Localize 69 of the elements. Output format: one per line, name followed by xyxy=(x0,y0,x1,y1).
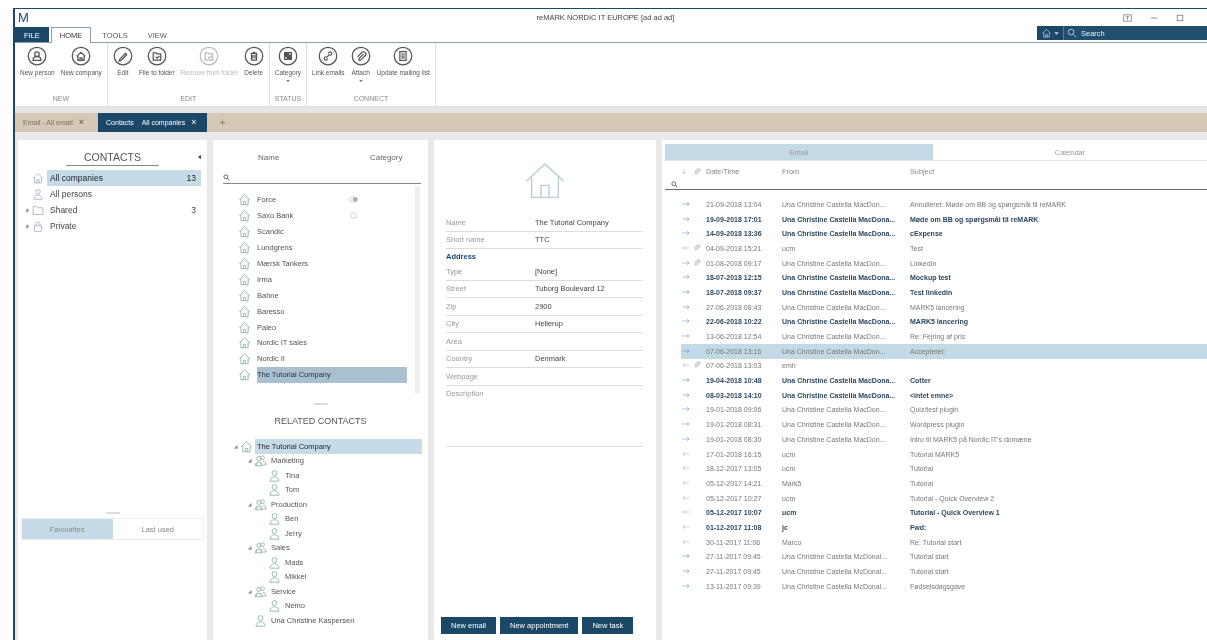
column-header[interactable]: Name xyxy=(258,153,370,165)
folder-icon xyxy=(32,204,44,216)
people-icon xyxy=(254,541,267,555)
house-icon xyxy=(238,209,251,223)
person-icon xyxy=(268,468,281,482)
expanded-icon[interactable] xyxy=(246,588,252,594)
link-icon xyxy=(318,46,339,66)
grid-icon xyxy=(277,46,298,66)
maximize-icon xyxy=(1175,12,1185,23)
house-icon xyxy=(71,46,92,66)
house-icon xyxy=(1041,28,1052,38)
caret-icon xyxy=(1054,30,1059,36)
search-icon xyxy=(671,180,678,188)
person-icon xyxy=(254,613,267,627)
people-icon xyxy=(254,584,267,598)
panel-title: CONTACTS xyxy=(66,151,159,166)
house-icon xyxy=(238,320,251,334)
expand-icon[interactable] xyxy=(24,207,30,213)
folder-icon xyxy=(199,46,220,66)
house-icon xyxy=(238,336,251,350)
filter-field[interactable] xyxy=(665,179,1207,190)
search-icon xyxy=(1067,28,1077,38)
person-icon xyxy=(268,570,281,584)
collapse-icon xyxy=(197,154,202,160)
house-icon xyxy=(238,225,251,239)
column-header[interactable]: Category xyxy=(370,153,403,165)
person-icon xyxy=(268,526,281,540)
list-icon xyxy=(393,46,414,66)
pencil-icon xyxy=(112,46,133,66)
tree-item[interactable]: Private xyxy=(47,218,201,234)
person-icon xyxy=(27,46,48,66)
paperclip-icon xyxy=(350,46,371,66)
house-icon xyxy=(238,272,251,286)
house-icon xyxy=(238,193,251,207)
house-icon xyxy=(32,172,44,184)
house-icon xyxy=(240,439,253,453)
trash-icon xyxy=(243,46,264,66)
expanded-icon[interactable] xyxy=(232,443,238,449)
tree-item[interactable]: All persons xyxy=(47,186,201,202)
lock-icon xyxy=(32,220,44,232)
house-icon xyxy=(238,257,251,270)
expanded-icon[interactable] xyxy=(246,545,252,551)
filter-field[interactable] xyxy=(223,171,421,184)
house-icon xyxy=(238,288,251,302)
house-icon xyxy=(238,368,251,382)
expand-icon[interactable] xyxy=(24,223,30,229)
expanded-icon[interactable] xyxy=(246,458,252,464)
sort-icon xyxy=(681,168,687,175)
house-icon xyxy=(238,304,251,318)
person-icon xyxy=(268,599,281,613)
expanded-icon[interactable] xyxy=(246,501,252,507)
close-button[interactable]: × xyxy=(76,118,87,127)
house-icon xyxy=(238,241,251,255)
tree-item[interactable]: All companies 13 xyxy=(47,170,201,186)
person-icon xyxy=(268,555,281,569)
tree-item[interactable]: Shared 3 xyxy=(47,202,201,218)
section-title: RELATED CONTACTS xyxy=(273,416,368,426)
search-icon xyxy=(223,173,230,181)
close-button[interactable]: × xyxy=(189,118,199,127)
ribbon-toggle-icon xyxy=(1122,12,1133,23)
people-icon xyxy=(254,497,267,511)
people-icon xyxy=(254,454,267,468)
app-logo: M xyxy=(18,11,29,24)
folder-icon xyxy=(146,46,167,66)
paperclip-icon xyxy=(693,167,701,176)
person-icon xyxy=(268,483,281,497)
house-icon xyxy=(238,352,251,366)
person-icon xyxy=(268,512,281,526)
person-icon xyxy=(32,188,44,200)
